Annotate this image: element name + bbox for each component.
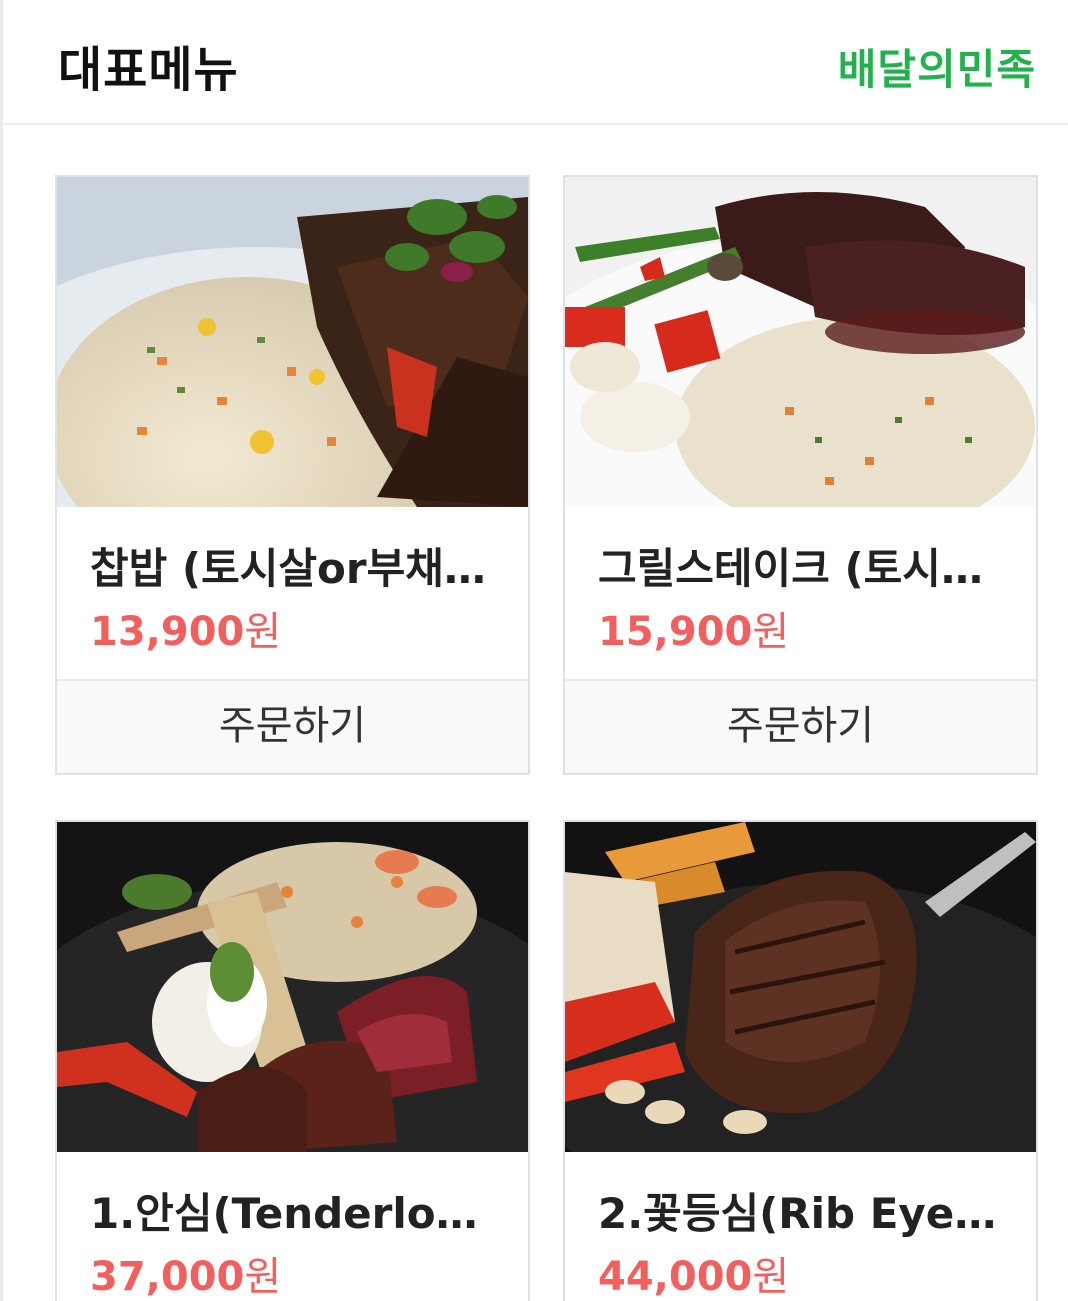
grill-steak-with-rice-photo[interactable] — [565, 177, 1036, 507]
menu-item-name: 1.안심(Tenderloin) 스테이크 — [90, 1189, 490, 1238]
left-divider — [0, 0, 3, 1301]
fried-rice-with-beef-photo[interactable] — [57, 177, 528, 507]
order-button[interactable]: 주문하기 — [565, 679, 1036, 773]
menu-card[interactable]: 1.안심(Tenderloin) 스테이크 37,000원 — [55, 820, 530, 1301]
section-title: 대표메뉴 — [58, 42, 239, 98]
price-currency: 원 — [244, 609, 282, 655]
tenderloin-skillet-photo[interactable] — [57, 822, 528, 1152]
menu-item-price: 15,900원 — [598, 599, 789, 657]
menu-item-price: 13,900원 — [90, 599, 281, 657]
price-value: 13,900 — [90, 609, 245, 655]
ribeye-skillet-photo[interactable] — [565, 822, 1036, 1152]
price-value: 44,000 — [598, 1254, 753, 1300]
price-currency: 원 — [752, 1254, 790, 1300]
order-button[interactable]: 주문하기 — [57, 679, 528, 773]
brand-logo-text[interactable]: 배달의민족 — [838, 36, 1036, 97]
menu-item-name: 2.꽃등심(Rib Eye) 스테이크 — [598, 1189, 998, 1238]
menu-item-name: 찹밥 (토시살or부채살) 스테이크 — [90, 544, 490, 593]
menu-card[interactable]: 2.꽃등심(Rib Eye) 스테이크 44,000원 — [563, 820, 1038, 1301]
price-currency: 원 — [752, 609, 790, 655]
price-currency: 원 — [244, 1254, 282, 1300]
price-value: 37,000 — [90, 1254, 245, 1300]
price-value: 15,900 — [598, 609, 753, 655]
menu-item-name: 그릴스테이크 (토시살) — [598, 544, 998, 593]
menu-page: 대표메뉴 배달의민족 찹밥 (토시살or부채살) 13,900원 주문하기 그릴… — [0, 0, 1068, 1301]
menu-card[interactable]: 그릴스테이크 (토시살) 15,900원 주문하기 — [563, 175, 1038, 775]
menu-item-price: 37,000원 — [90, 1244, 281, 1301]
menu-card[interactable]: 찹밥 (토시살or부채살) 스테이크 13,900원 주문하기 — [55, 175, 530, 775]
header: 대표메뉴 배달의민족 — [0, 0, 1068, 125]
menu-item-price: 44,000원 — [598, 1244, 789, 1301]
